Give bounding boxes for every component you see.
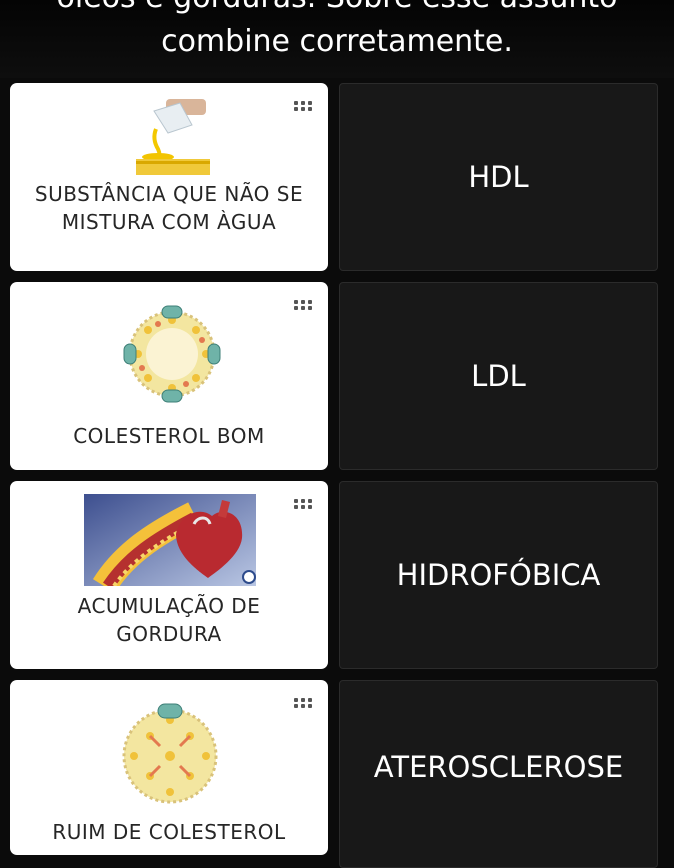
lipoprotein-hdl-image <box>123 305 221 403</box>
answer-box-3[interactable]: HIDROFÓBICA <box>339 481 658 669</box>
match-card-1[interactable]: SUBSTÂNCIA QUE NÃO SE MISTURA COM ÀGUA <box>10 83 328 271</box>
card-label: ACUMULAÇÃO DE GORDURA <box>77 594 261 646</box>
match-card-3[interactable]: ACUMULAÇÃO DE GORDURA <box>10 481 328 669</box>
answer-label: HDL <box>468 160 529 194</box>
oil-pouring-image <box>136 99 210 175</box>
question-text-line-1: óleos e gorduras. Sobre esse assunto <box>0 0 674 16</box>
match-card-2[interactable]: COLESTEROL BOM <box>10 282 328 470</box>
question-text-line-2: combine corretamente. <box>161 24 513 59</box>
clogged-artery-heart-image <box>84 494 256 586</box>
zoom-icon[interactable] <box>242 570 256 584</box>
answer-box-4[interactable]: ATEROSCLEROSE <box>339 680 658 868</box>
drag-handle-icon[interactable] <box>294 101 312 113</box>
answer-label: LDL <box>471 359 526 393</box>
match-card-4[interactable]: RUIM DE COLESTEROL <box>10 680 328 855</box>
card-label: COLESTEROL BOM <box>73 424 265 448</box>
card-label: RUIM DE COLESTEROL <box>52 820 286 844</box>
answer-label: ATEROSCLEROSE <box>373 750 624 784</box>
drag-handle-icon[interactable] <box>294 698 312 710</box>
answer-label: HIDROFÓBICA <box>396 558 601 592</box>
lipoprotein-ldl-image <box>122 703 218 804</box>
card-label: SUBSTÂNCIA QUE NÃO SE MISTURA COM ÀGUA <box>34 182 304 234</box>
question-header: óleos e gorduras. Sobre esse assunto com… <box>0 0 674 78</box>
drag-handle-icon[interactable] <box>294 300 312 312</box>
answer-box-2[interactable]: LDL <box>339 282 658 470</box>
answer-box-1[interactable]: HDL <box>339 83 658 271</box>
drag-handle-icon[interactable] <box>294 499 312 511</box>
